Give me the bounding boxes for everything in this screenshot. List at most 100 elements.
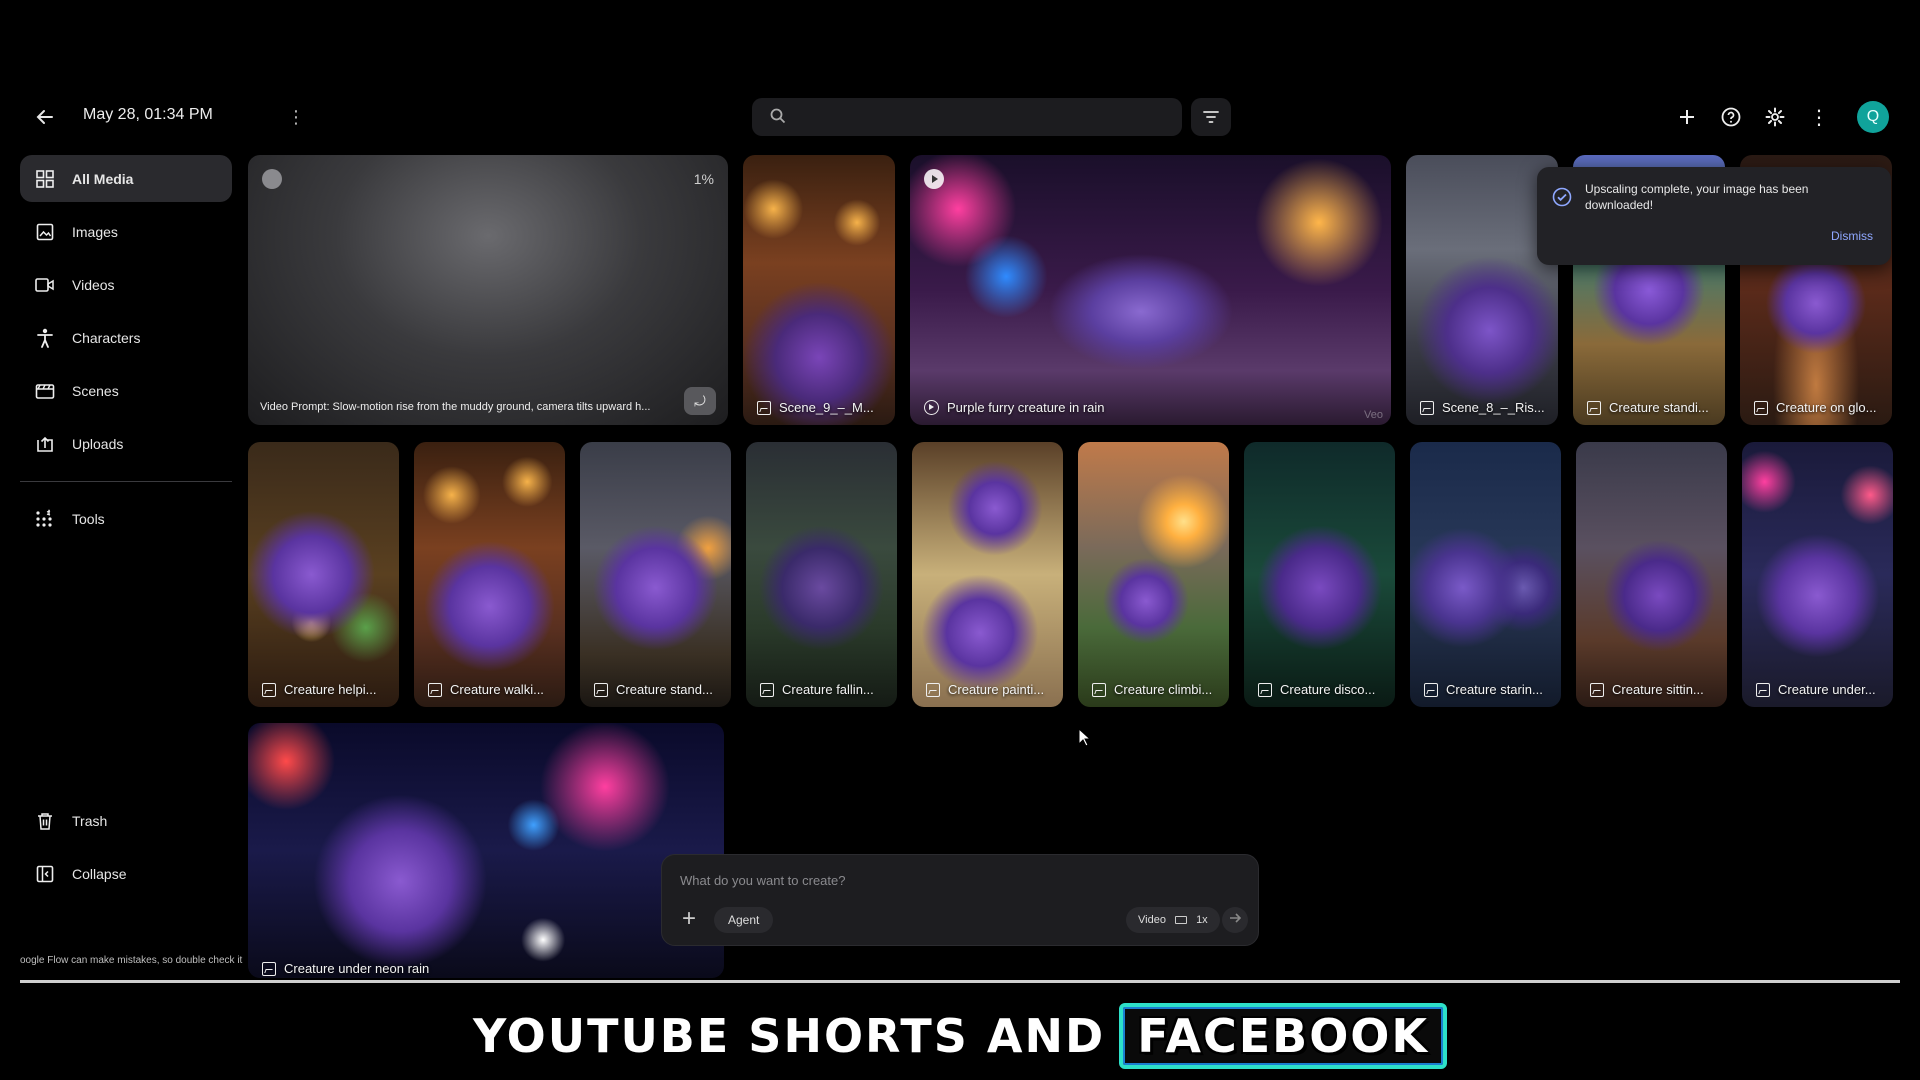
generating-video-card[interactable]: 1% Video Prompt: Slow-motion rise from t… — [248, 155, 728, 425]
image-icon — [1587, 400, 1601, 415]
image-icon — [34, 221, 56, 243]
generation-progress: 1% — [693, 171, 714, 187]
sidebar-item-images[interactable]: Images — [20, 208, 232, 255]
sidebar-item-tools[interactable]: Tools — [20, 495, 232, 542]
media-card[interactable]: Creature painti... — [912, 442, 1063, 707]
media-title: Creature painti... — [948, 682, 1045, 697]
media-card[interactable]: Purple furry creature in rain Veo — [910, 155, 1391, 425]
project-menu-button[interactable]: ⋮ — [284, 104, 308, 130]
media-title: Scene_9_–_M... — [779, 400, 874, 415]
mode-label: Video — [1138, 914, 1166, 926]
image-icon — [1590, 682, 1604, 697]
sidebar-item-label: Tools — [72, 510, 105, 527]
image-icon — [1258, 682, 1272, 697]
media-title: Creature starin... — [1446, 682, 1543, 697]
image-icon — [262, 961, 276, 976]
image-icon — [926, 682, 940, 697]
sidebar-item-trash[interactable]: Trash — [20, 797, 232, 844]
media-card[interactable]: Creature climbi... — [1078, 442, 1229, 707]
sidebar-item-label: Uploads — [72, 435, 124, 452]
collapse-sidebar-icon — [34, 863, 56, 885]
image-icon — [1756, 682, 1770, 697]
caption-text: YOUTUBE SHORTS AND — [472, 1009, 1106, 1063]
generation-mode-button[interactable]: Video 1x — [1126, 907, 1220, 933]
media-card[interactable]: Scene_8_–_Ris... — [1406, 155, 1558, 425]
media-card[interactable]: Creature under neon rain — [248, 723, 724, 978]
veo-watermark: Veo — [1364, 409, 1383, 421]
image-icon — [262, 682, 276, 697]
media-title: Creature sittin... — [1612, 682, 1704, 697]
search-input[interactable] — [800, 106, 1160, 128]
add-attachment-button[interactable]: + — [676, 907, 702, 933]
help-button[interactable] — [1716, 102, 1746, 132]
avatar[interactable]: Q — [1857, 101, 1889, 133]
scene-icon — [34, 380, 56, 402]
plus-icon — [1680, 110, 1694, 124]
sidebar-item-scenes[interactable]: Scenes — [20, 367, 232, 414]
image-icon — [1092, 682, 1106, 697]
search-icon — [770, 108, 786, 124]
media-card[interactable]: Creature stand... — [580, 442, 731, 707]
media-card[interactable]: Creature disco... — [1244, 442, 1395, 707]
character-icon — [34, 327, 56, 349]
media-title: Creature under neon rain — [284, 961, 430, 976]
reuse-prompt-button[interactable]: ⤾ — [684, 387, 716, 415]
add-button[interactable] — [1672, 102, 1702, 132]
media-title: Creature helpi... — [284, 682, 377, 697]
image-icon — [428, 682, 442, 697]
trash-icon — [34, 810, 56, 832]
media-title: Creature under... — [1778, 682, 1876, 697]
media-title: Creature fallin... — [782, 682, 874, 697]
image-icon — [757, 400, 771, 415]
arrow-left-icon — [36, 110, 53, 124]
help-icon — [1721, 107, 1741, 127]
upload-icon — [34, 433, 56, 455]
image-icon — [594, 682, 608, 697]
sidebar-item-collapse[interactable]: Collapse — [20, 850, 232, 897]
mouse-cursor-icon — [1078, 728, 1092, 747]
prompt-composer[interactable]: What do you want to create? + Agent Vide… — [661, 854, 1259, 946]
sidebar-item-label: Characters — [72, 329, 141, 346]
media-card[interactable]: Creature walki... — [414, 442, 565, 707]
check-circle-icon — [1552, 187, 1572, 207]
sidebar-item-all-media[interactable]: All Media — [20, 155, 232, 202]
sidebar-divider — [20, 481, 232, 482]
image-icon — [760, 682, 774, 697]
tools-icon — [34, 508, 56, 530]
prompt-input[interactable]: What do you want to create? — [680, 873, 845, 888]
media-title: Purple furry creature in rain — [947, 400, 1105, 415]
media-card[interactable]: Creature under... — [1742, 442, 1893, 707]
image-icon — [1420, 400, 1434, 415]
settings-button[interactable] — [1760, 102, 1790, 132]
media-card[interactable]: Creature sittin... — [1576, 442, 1727, 707]
media-title: Creature disco... — [1280, 682, 1376, 697]
upscale-toast: Upscaling complete, your image has been … — [1537, 167, 1891, 265]
more-menu-button[interactable]: ⋮ — [1804, 102, 1834, 132]
video-prompt-text: Video Prompt: Slow-motion rise from the … — [260, 401, 651, 413]
sidebar-item-label: Trash — [72, 812, 108, 829]
search-bar[interactable] — [752, 98, 1182, 136]
media-card[interactable]: Scene_9_–_M... — [743, 155, 895, 425]
caption-highlight: FACEBOOK — [1119, 1003, 1448, 1069]
sidebar-item-videos[interactable]: Videos — [20, 261, 232, 308]
sidebar-item-characters[interactable]: Characters — [20, 314, 232, 361]
back-button[interactable] — [30, 102, 60, 132]
arrow-right-icon — [1230, 913, 1242, 923]
media-title: Creature stand... — [616, 682, 713, 697]
media-card[interactable]: Creature helpi... — [248, 442, 399, 707]
video-caption: YOUTUBE SHORTS AND FACEBOOK — [0, 1003, 1920, 1069]
agent-button[interactable]: Agent — [714, 907, 774, 933]
media-card[interactable]: Creature starin... — [1410, 442, 1561, 707]
sidebar-item-uploads[interactable]: Uploads — [20, 420, 232, 467]
media-card[interactable]: Creature fallin... — [746, 442, 897, 707]
toast-message: Upscaling complete, your image has been … — [1585, 182, 1809, 212]
dismiss-button[interactable]: Dismiss — [1831, 229, 1873, 243]
video-play-icon — [924, 400, 939, 415]
sidebar-item-label: Videos — [72, 276, 115, 293]
send-button[interactable] — [1222, 907, 1248, 933]
play-icon — [262, 169, 282, 189]
filter-button[interactable] — [1191, 98, 1231, 136]
media-title: Creature on glo... — [1776, 400, 1877, 415]
media-title: Scene_8_–_Ris... — [1442, 400, 1545, 415]
gear-icon — [1765, 107, 1785, 127]
